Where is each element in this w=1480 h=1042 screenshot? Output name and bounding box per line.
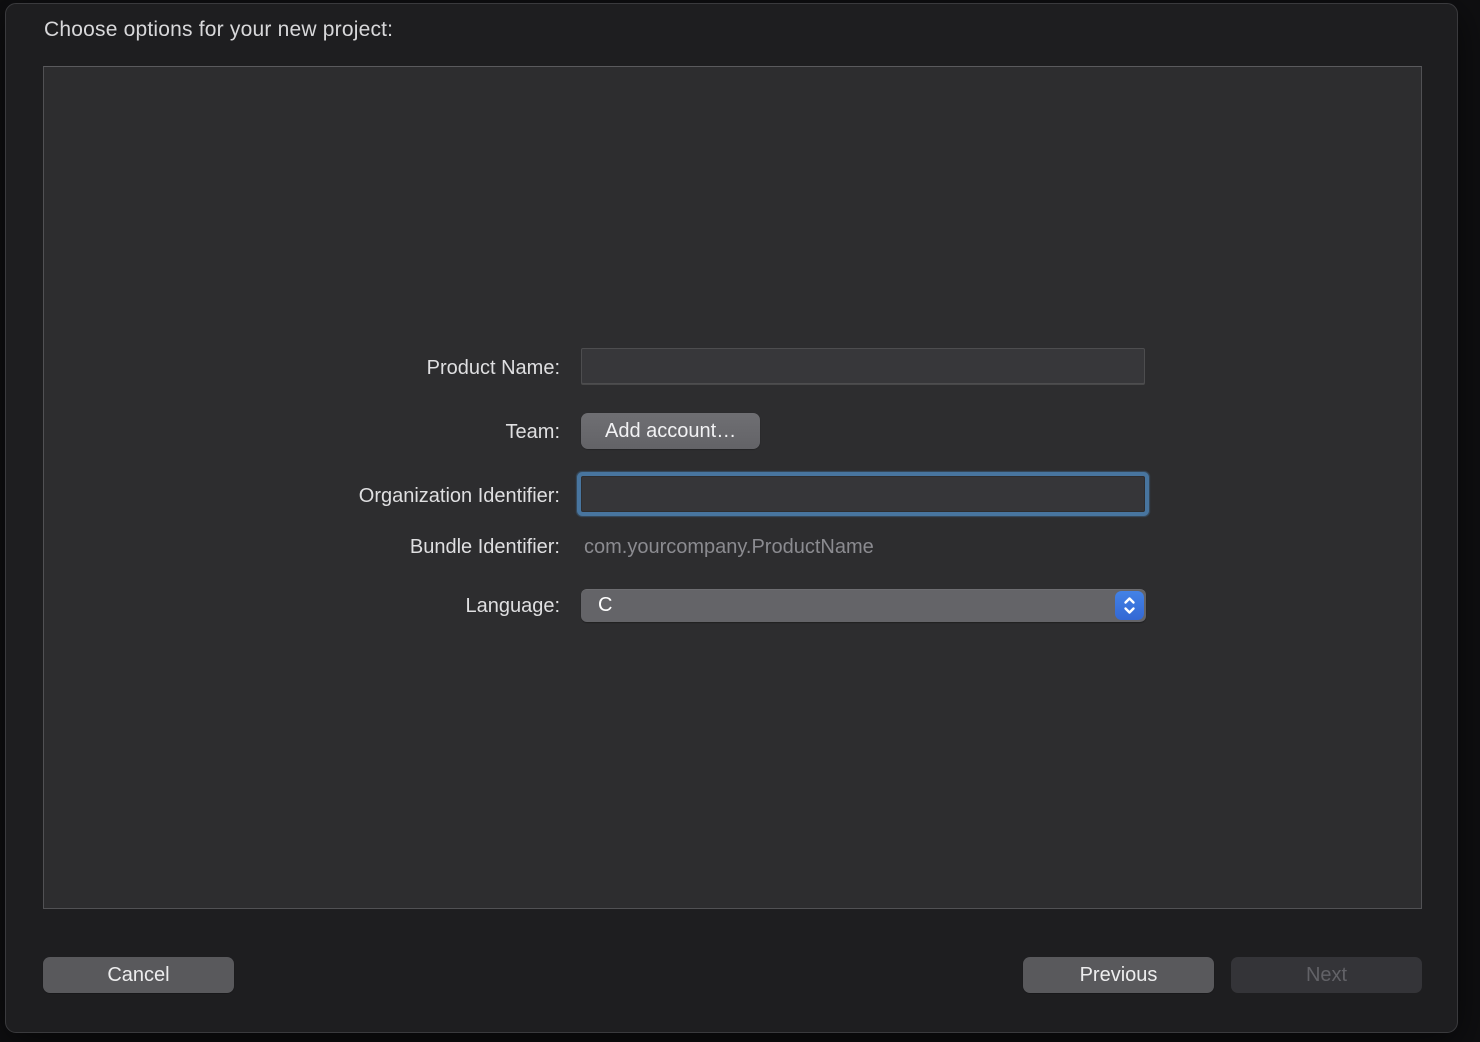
organization-identifier-input[interactable] [581,476,1145,512]
product-name-input[interactable] [581,348,1145,384]
add-account-button[interactable]: Add account… [581,413,760,449]
options-panel: Product Name: Team: Add account… Organiz… [43,66,1422,909]
bundle-identifier-value: com.yourcompany.ProductName [584,536,874,558]
product-name-label: Product Name: [80,357,560,380]
sheet-title: Choose options for your new project: [44,18,393,42]
cancel-button[interactable]: Cancel [43,957,234,993]
organization-identifier-label: Organization Identifier: [80,485,560,508]
new-project-options-sheet: Choose options for your new project: Pro… [5,3,1458,1033]
language-label: Language: [80,595,560,618]
language-popup-button[interactable]: C [581,589,1146,622]
up-down-chevrons-icon [1115,591,1144,620]
bundle-identifier-label: Bundle Identifier: [80,536,560,559]
next-button[interactable]: Next [1231,957,1422,993]
language-selected-value: C [581,594,612,617]
previous-button[interactable]: Previous [1023,957,1214,993]
team-label: Team: [80,421,560,444]
